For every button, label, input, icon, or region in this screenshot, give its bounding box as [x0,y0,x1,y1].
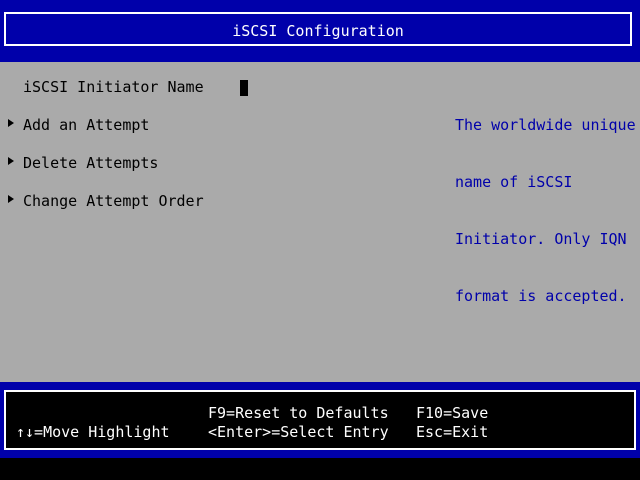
menu-item-label: Change Attempt Order [23,192,204,210]
help-line: The worldwide unique [455,116,636,134]
select-entry-hint: <Enter>=Select Entry [208,423,389,441]
menu-item-change-attempt-order[interactable]: Change Attempt Order [8,190,438,212]
help-line: Initiator. Only IQN [455,230,627,248]
menu-item-add-attempt[interactable]: Add an Attempt [8,114,438,136]
menu-item-label: Add an Attempt [23,116,150,134]
help-text: The worldwide unique name of iSCSI Initi… [455,78,636,344]
footer-box: ↑↓=Move Highlight F9=Reset to Defaults <… [4,390,636,450]
header-box: iSCSI Configuration [4,12,632,46]
initiator-name-label: iSCSI Initiator Name [23,78,204,96]
page-title: iSCSI Configuration [232,22,404,40]
footer-band: ↑↓=Move Highlight F9=Reset to Defaults <… [0,382,640,458]
triangle-right-icon [8,119,14,127]
triangle-right-icon [8,157,14,165]
menu-item-delete-attempts[interactable]: Delete Attempts [8,152,438,174]
help-line: name of iSCSI [455,173,573,191]
menu-item-label: Delete Attempts [23,154,159,172]
help-line: format is accepted. [455,287,627,305]
header-band: iSCSI Configuration [0,0,640,62]
bios-screen: iSCSI Configuration iSCSI Initiator Name… [0,0,640,458]
triangle-right-icon [8,195,14,203]
text-cursor [240,80,248,96]
exit-hint: Esc=Exit [416,423,489,441]
initiator-name-row[interactable]: iSCSI Initiator Name [8,76,438,98]
save-hint: F10=Save [416,404,489,422]
move-highlight-hint: ↑↓=Move Highlight [16,423,170,441]
reset-defaults-hint: F9=Reset to Defaults [208,404,389,422]
